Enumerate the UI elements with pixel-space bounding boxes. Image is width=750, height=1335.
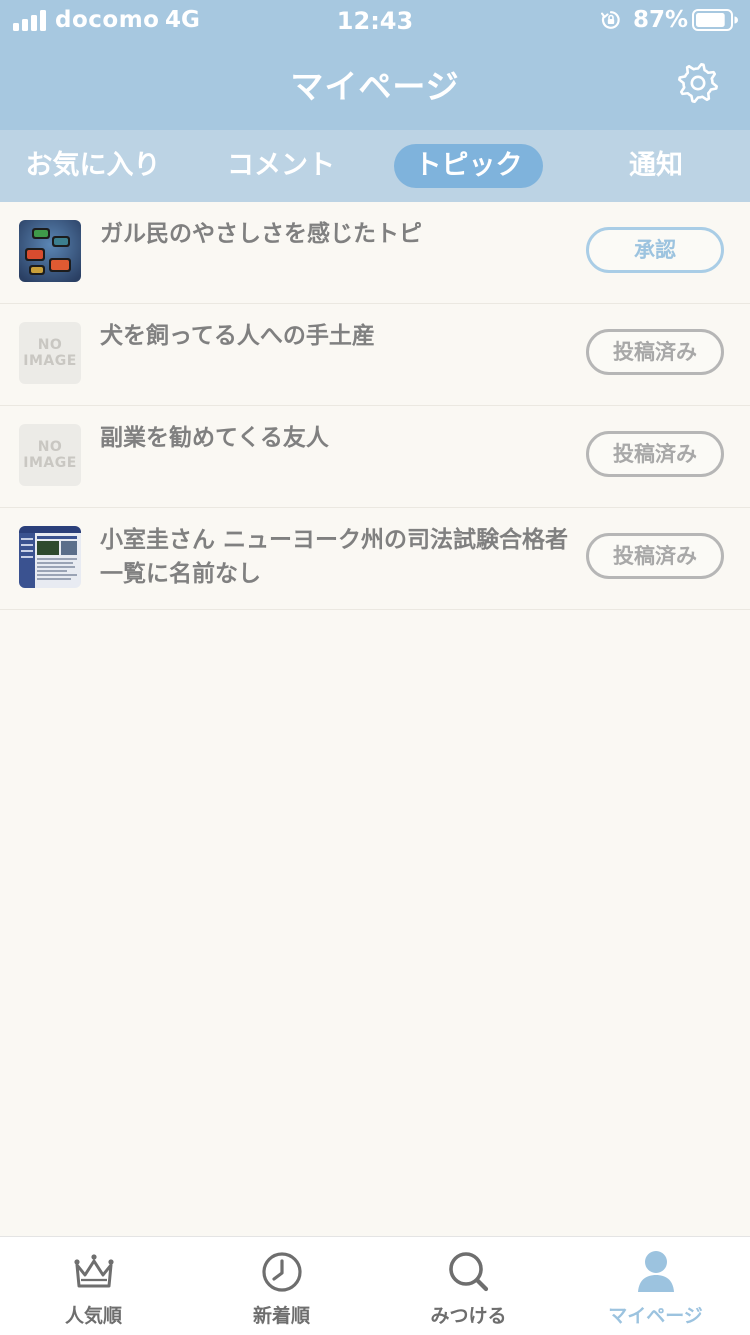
tab-topics[interactable]: トピック bbox=[394, 144, 543, 188]
list-item[interactable]: NO IMAGE 副業を勧めてくる友人 投稿済み bbox=[0, 406, 750, 508]
bottom-tab-bar: 人気順 新着順 みつける マイページ bbox=[0, 1236, 750, 1335]
no-image-line2: IMAGE bbox=[23, 353, 77, 369]
battery-percentage: 87% bbox=[633, 7, 689, 33]
list-item[interactable]: ガル民のやさしさを感じたトピ 承認 bbox=[0, 202, 750, 304]
rotation-lock-icon bbox=[601, 11, 620, 29]
tabbar-label: 新着順 bbox=[252, 1305, 310, 1327]
no-image-line1: NO bbox=[37, 439, 63, 455]
topic-list: ガル民のやさしさを感じたトピ 承認 NO IMAGE 犬を飼ってる人への手土産 … bbox=[0, 202, 750, 610]
settings-button[interactable] bbox=[675, 60, 721, 106]
posted-button[interactable]: 投稿済み bbox=[586, 431, 724, 477]
topic-title: 犬を飼ってる人への手土産 bbox=[100, 323, 375, 349]
tabbar-search[interactable]: みつける bbox=[375, 1237, 562, 1335]
tab-strip: お気に入り コメント トピック 通知 bbox=[0, 130, 750, 202]
page-title: マイページ bbox=[290, 67, 460, 106]
tab-favorites[interactable]: お気に入り bbox=[20, 144, 166, 188]
tabbar-label: マイページ bbox=[608, 1305, 703, 1327]
person-icon bbox=[638, 1251, 674, 1292]
status-bar: docomo 4G 12:43 87% bbox=[0, 0, 750, 40]
approve-button[interactable]: 承認 bbox=[586, 227, 724, 273]
tabbar-mypage[interactable]: マイページ bbox=[562, 1237, 749, 1335]
topic-title: 副業を勧めてくる友人 bbox=[100, 425, 329, 451]
topic-title: ガル民のやさしさを感じたトピ bbox=[100, 221, 422, 247]
topic-title: 小室圭さん ニューヨーク州の司法試験合格者一覧に名前なし bbox=[100, 527, 569, 587]
tabbar-label: みつける bbox=[430, 1305, 507, 1327]
no-image-line2: IMAGE bbox=[23, 455, 77, 471]
no-image-line1: NO bbox=[37, 337, 63, 353]
topic-thumbnail bbox=[19, 220, 81, 282]
list-item[interactable]: 小室圭さん ニューヨーク州の司法試験合格者一覧に名前なし 投稿済み bbox=[0, 508, 750, 610]
crown-icon bbox=[74, 1254, 114, 1288]
tabbar-newest[interactable]: 新着順 bbox=[188, 1237, 375, 1335]
gear-icon bbox=[678, 63, 718, 103]
no-image-placeholder: NO IMAGE bbox=[19, 322, 81, 384]
list-item[interactable]: NO IMAGE 犬を飼ってる人への手土産 投稿済み bbox=[0, 304, 750, 406]
topic-thumbnail bbox=[19, 526, 81, 588]
posted-button[interactable]: 投稿済み bbox=[586, 533, 724, 579]
search-icon bbox=[449, 1252, 489, 1292]
tabbar-popular[interactable]: 人気順 bbox=[0, 1237, 187, 1335]
battery-icon bbox=[692, 9, 738, 31]
header: docomo 4G 12:43 87% マイページ bbox=[0, 0, 750, 130]
clock-icon bbox=[262, 1252, 302, 1292]
tabbar-label: 人気順 bbox=[64, 1305, 122, 1327]
tab-comments[interactable]: コメント bbox=[206, 144, 356, 188]
posted-button[interactable]: 投稿済み bbox=[586, 329, 724, 375]
tab-notifications[interactable]: 通知 bbox=[584, 144, 728, 188]
no-image-placeholder: NO IMAGE bbox=[19, 424, 81, 486]
